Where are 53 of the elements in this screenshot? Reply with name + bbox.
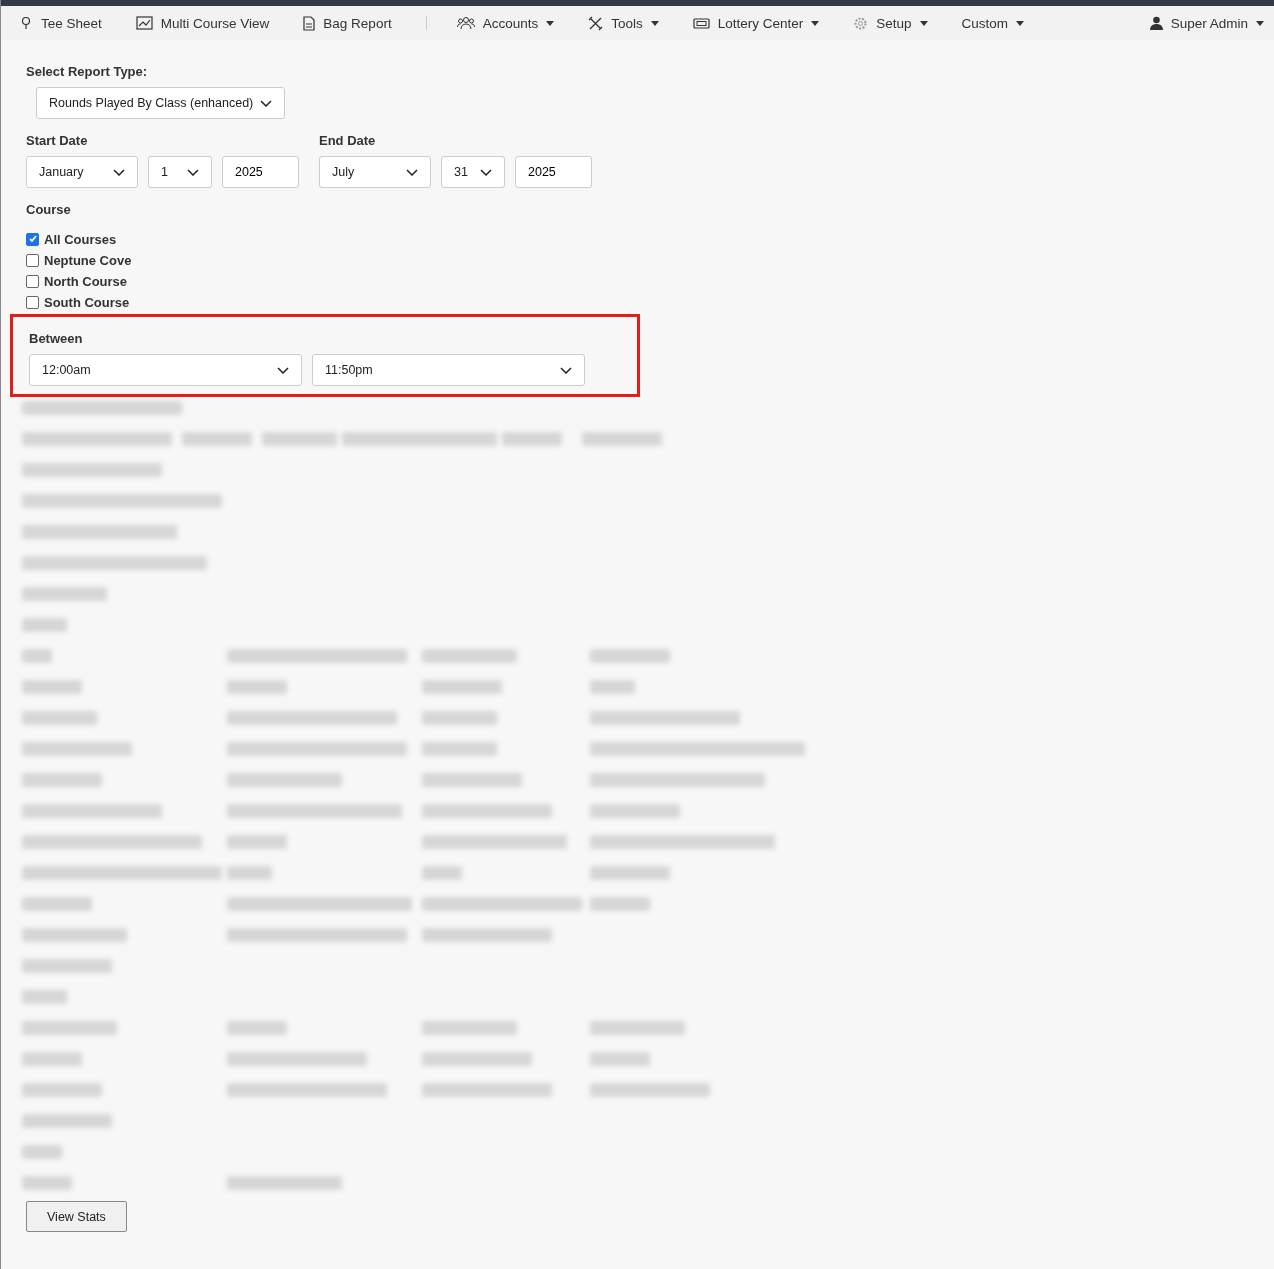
checkbox[interactable] [26, 274, 39, 288]
settings-icon [853, 15, 869, 31]
caret-icon [1016, 20, 1025, 26]
chevron-icon [187, 168, 199, 176]
end-time-select[interactable]: 11:50pm [312, 354, 585, 386]
user-icon [1149, 16, 1163, 30]
field-label: Course [26, 202, 72, 217]
chevron-icon [113, 168, 125, 176]
field-label: Select Report Type: [26, 64, 149, 79]
day-select[interactable]: 31 [441, 156, 505, 188]
pin-icon [19, 16, 33, 30]
tools-icon [588, 15, 604, 31]
checkbox-label: South Course [44, 294, 130, 310]
checkbox[interactable] [26, 295, 39, 309]
year-input[interactable]: 2025 [222, 156, 299, 188]
caret-icon [811, 20, 820, 26]
nav-link[interactable]: Accounts [456, 15, 555, 31]
chevron-icon [560, 366, 572, 374]
user-menu[interactable]: Super Admin [1149, 15, 1264, 31]
month-select[interactable]: July [319, 156, 431, 188]
field-label: End Date [319, 133, 377, 148]
report-type-select[interactable]: Rounds Played By Class (enhanced) [36, 87, 285, 119]
field-label: Start Date [26, 133, 89, 148]
caret-icon [546, 20, 555, 26]
nav-link[interactable]: Custom [961, 15, 1025, 31]
nav-link[interactable]: Bag Report [303, 15, 392, 31]
checkbox-label: North Course [44, 273, 128, 289]
document-icon [303, 15, 316, 31]
chevron-icon [406, 168, 418, 176]
checkbox-label: All Courses [44, 231, 117, 247]
view-stats-button[interactable]: View Stats [26, 1201, 127, 1232]
nav-link[interactable]: Tools [588, 15, 659, 31]
month-select[interactable]: January [26, 156, 138, 188]
ticket-icon [692, 16, 710, 30]
checkbox[interactable] [26, 232, 39, 246]
chevron-icon [260, 99, 272, 107]
checkbox-label: Neptune Cove [44, 252, 132, 268]
chevron-icon [480, 168, 492, 176]
caret-icon [919, 20, 928, 26]
chevron-icon [277, 366, 289, 374]
field-label: Between [29, 331, 84, 346]
caret-icon [650, 20, 659, 26]
start-time-select[interactable]: 12:00am [29, 354, 302, 386]
nav-link[interactable]: Tee Sheet [19, 15, 102, 31]
day-select[interactable]: 1 [148, 156, 212, 188]
people-icon [456, 16, 475, 30]
nav-link[interactable]: Lottery Center [692, 15, 820, 31]
year-input[interactable]: 2025 [515, 156, 592, 188]
nav-link[interactable]: Multi Course View [135, 15, 270, 31]
chart-icon [135, 16, 153, 30]
nav-link[interactable]: Setup [853, 15, 928, 31]
checkbox[interactable] [26, 253, 39, 267]
caret-icon [1256, 20, 1264, 26]
